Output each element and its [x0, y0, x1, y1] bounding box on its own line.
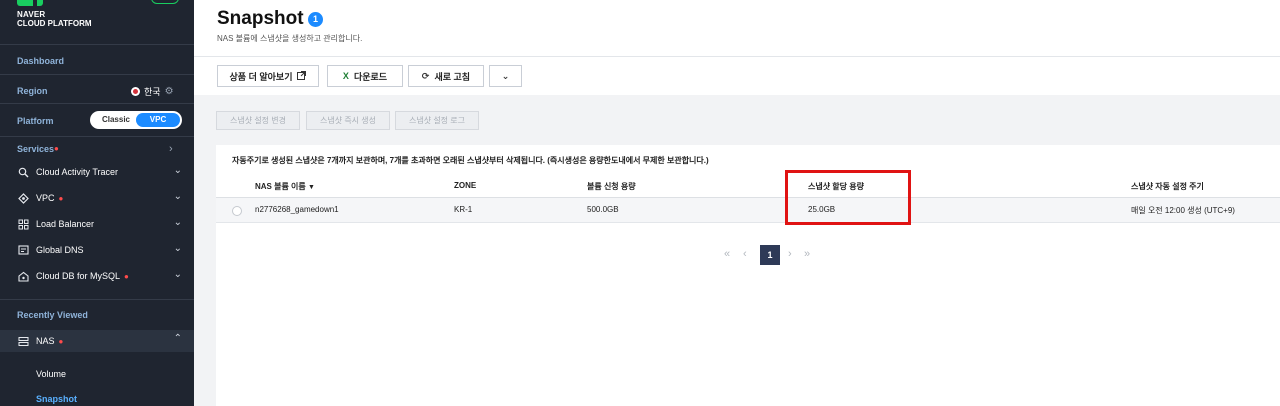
brand-line1: NAVER: [17, 10, 46, 19]
download-button[interactable]: X 다운로드: [327, 65, 403, 87]
sort-desc-icon[interactable]: ▼: [308, 184, 315, 191]
platform-vpc-option[interactable]: VPC: [136, 113, 180, 127]
new-dot: ●: [54, 144, 59, 153]
sidebar-item-label: VPC: [36, 193, 55, 203]
snapshot-settings-change-button[interactable]: 스냅샷 설정 변경: [216, 111, 300, 130]
sidebar-item-global-dns[interactable]: Global DNS ⌄: [17, 241, 182, 259]
page-title: Snapshot: [217, 8, 304, 29]
load-balancer-icon: [17, 218, 29, 230]
header-divider: [194, 56, 1280, 57]
snapshot-table-panel: [216, 145, 1280, 406]
sidebar-item-load-balancer[interactable]: Load Balancer ⌄: [17, 215, 182, 233]
sidebar-item-label: Load Balancer: [36, 219, 95, 229]
chevron-down-icon[interactable]: ⌄: [174, 243, 182, 254]
brand-pill: [151, 0, 179, 4]
column-header-snapshot-schedule: 스냅샷 자동 설정 주기: [1131, 182, 1204, 191]
learn-more-button[interactable]: 상품 더 알아보기: [217, 65, 319, 87]
recently-viewed-label: Recently Viewed: [17, 310, 88, 320]
sidebar-item-nas[interactable]: NAS ● ⌃: [0, 330, 194, 352]
divider: [0, 44, 194, 45]
main-content: Snapshot 1 NAS 볼륨에 스냅샷을 생성하고 관리합니다. 상품 더…: [194, 0, 1280, 406]
dns-icon: [17, 244, 29, 256]
new-dot: ●: [58, 336, 64, 346]
divider: [0, 136, 194, 137]
sidebar-item-label: Cloud Activity Tracer: [36, 167, 119, 177]
region-label: Region: [17, 86, 48, 96]
prev-page-icon[interactable]: ‹: [743, 244, 747, 264]
cell-volume-size: 500.0GB: [587, 205, 619, 214]
database-icon: [17, 270, 29, 282]
column-header-volume-size: 볼륨 신청 용량: [587, 182, 636, 191]
new-dot: ●: [58, 193, 64, 203]
table-row[interactable]: [216, 198, 1280, 222]
page-subtitle: NAS 볼륨에 스냅샷을 생성하고 관리합니다.: [217, 34, 363, 43]
divider: [0, 299, 194, 300]
external-link-icon: [297, 70, 307, 82]
platform-toggle[interactable]: Classic VPC: [90, 111, 182, 129]
more-dropdown-button[interactable]: ⌄: [489, 65, 522, 87]
row-select-radio[interactable]: [232, 206, 242, 216]
naver-logo-icon: [17, 0, 43, 6]
sidebar-subitem-volume[interactable]: Volume: [36, 369, 66, 379]
chevron-down-icon[interactable]: ⌄: [174, 217, 182, 228]
sidebar: NAVER CLOUD PLATFORM Dashboard Region 한국…: [0, 0, 194, 406]
cell-snapshot-schedule: 매일 오전 12:00 생성 (UTC+9): [1131, 206, 1235, 215]
refresh-icon: ⟳: [421, 70, 430, 81]
brand-line2: CLOUD PLATFORM: [17, 19, 92, 28]
next-page-icon[interactable]: ›: [788, 244, 792, 264]
chevron-down-icon[interactable]: ⌄: [174, 269, 182, 280]
divider: [0, 74, 194, 75]
region-value: 한국: [144, 87, 161, 97]
region-selector[interactable]: 한국 ⚙: [131, 85, 174, 98]
highlight-box: [785, 170, 911, 225]
refresh-label: 새로 고침: [434, 71, 471, 82]
current-page-button[interactable]: 1: [760, 245, 780, 265]
sidebar-dashboard[interactable]: Dashboard: [17, 56, 64, 66]
sidebar-item-label: NAS: [36, 336, 55, 346]
sidebar-item-vpc[interactable]: VPC ● ⌄: [17, 189, 182, 207]
sidebar-item-label: Cloud DB for MySQL: [36, 271, 121, 281]
platform-label: Platform: [17, 116, 54, 126]
row-divider: [216, 222, 1280, 223]
chevron-up-icon[interactable]: ⌃: [174, 333, 182, 344]
learn-more-label: 상품 더 알아보기: [229, 71, 293, 82]
snapshot-settings-log-button[interactable]: 스냅샷 설정 로그: [395, 111, 479, 130]
refresh-button[interactable]: ⟳ 새로 고침: [408, 65, 484, 87]
platform-classic-option[interactable]: Classic: [94, 113, 138, 127]
download-label: 다운로드: [353, 71, 388, 82]
column-header-zone: ZONE: [454, 181, 477, 190]
new-dot: ●: [124, 271, 129, 281]
services-label: Services: [17, 144, 55, 154]
column-header-volume-name[interactable]: NAS 볼륨 이름 ▼: [255, 181, 315, 192]
last-page-icon[interactable]: »: [804, 244, 810, 264]
excel-icon: X: [342, 71, 349, 81]
activity-tracer-icon: [17, 166, 29, 178]
cell-zone: KR-1: [454, 205, 473, 214]
chevron-right-icon[interactable]: ›: [169, 143, 173, 155]
korea-flag-icon: [131, 87, 140, 96]
snapshot-create-now-button[interactable]: 스냅샷 즉시 생성: [306, 111, 390, 130]
sidebar-item-cloud-activity-tracer[interactable]: Cloud Activity Tracer ⌄: [17, 163, 182, 181]
sidebar-subitem-snapshot[interactable]: Snapshot: [36, 394, 77, 404]
services-menu[interactable]: Services●: [17, 144, 59, 154]
chevron-down-icon: ⌄: [501, 70, 510, 81]
sidebar-item-label: Global DNS: [36, 245, 84, 255]
chevron-down-icon[interactable]: ⌄: [174, 165, 182, 176]
first-page-icon[interactable]: «: [724, 244, 730, 264]
divider: [0, 103, 194, 104]
sidebar-item-cloud-db-mysql[interactable]: Cloud DB for MySQL ● ⌄: [17, 267, 182, 285]
nas-icon: [17, 335, 29, 347]
vpc-icon: [17, 192, 29, 204]
retention-notice: 자동주기로 생성된 스냅샷은 7개까지 보관하며, 7개를 초과하면 오래된 스…: [232, 156, 709, 165]
count-badge: 1: [308, 12, 323, 27]
cell-volume-name: n2776268_gamedown1: [255, 205, 339, 214]
gear-icon[interactable]: ⚙: [165, 86, 174, 97]
chevron-down-icon[interactable]: ⌄: [174, 191, 182, 202]
